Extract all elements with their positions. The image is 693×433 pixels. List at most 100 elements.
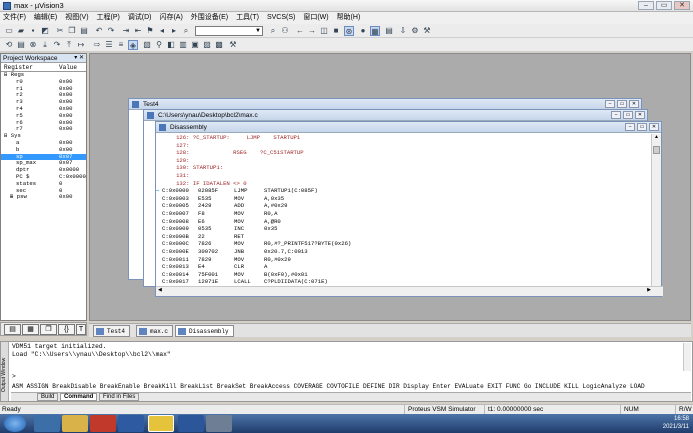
minimize-icon[interactable]: – <box>625 123 635 131</box>
menu-file[interactable]: 文件(F) <box>0 12 29 24</box>
close-icon[interactable]: ✕ <box>635 111 645 119</box>
workspace-controls[interactable]: ▾ ✕ <box>74 54 84 63</box>
horizontal-scrollbar[interactable]: ◀ ▶ <box>156 286 663 296</box>
vertical-scrollbar[interactable]: ▲ <box>651 134 661 286</box>
register-row[interactable]: r4 0x00 <box>1 105 86 113</box>
close-button[interactable]: ✕ <box>674 1 690 10</box>
find-in-files-icon[interactable]: ⌕ <box>181 26 191 36</box>
paint-icon[interactable] <box>206 415 232 432</box>
tab-disassembly[interactable]: Disassembly <box>175 325 234 337</box>
registers-window-icon[interactable]: ▧ <box>142 40 152 50</box>
binoculars-icon[interactable]: ⚇ <box>280 26 290 36</box>
chrome-icon[interactable] <box>90 415 116 432</box>
books-tab-icon[interactable]: ❐ <box>40 324 57 335</box>
register-row[interactable]: r0 0x00 <box>1 78 86 86</box>
register-row[interactable]: ⊟ Sys <box>1 132 86 140</box>
explorer-icon[interactable] <box>62 415 88 432</box>
command-window-icon[interactable]: ☰ <box>104 40 114 50</box>
register-row[interactable]: ⊞ psw 0x00 <box>1 194 86 201</box>
reset-cpu-icon[interactable]: ⟲ <box>4 40 14 50</box>
bookmark-prev-icon[interactable]: ◂ <box>157 26 167 36</box>
step-out-icon[interactable]: ⤒ <box>64 40 74 50</box>
register-row[interactable]: a 0x00 <box>1 139 86 147</box>
menu-edit[interactable]: 编辑(E) <box>31 12 60 24</box>
regs-tab-icon[interactable]: ▦ <box>22 324 39 335</box>
register-value[interactable]: 0x00 <box>59 194 72 201</box>
cut-icon[interactable]: ✂ <box>55 26 65 36</box>
unindent-icon[interactable]: ⇤ <box>133 26 143 36</box>
maximize-icon[interactable]: ▭ <box>623 111 633 119</box>
register-row[interactable]: r6 0x00 <box>1 119 86 127</box>
call-stack-icon[interactable]: ◧ <box>166 40 176 50</box>
tab-build[interactable]: Build <box>37 393 59 401</box>
open-file-icon[interactable]: ▰ <box>16 26 26 36</box>
menu-tools[interactable]: 工具(T) <box>233 12 262 24</box>
close-icon[interactable]: ✕ <box>629 100 639 108</box>
paste-icon[interactable]: ▤ <box>79 26 89 36</box>
register-row[interactable]: r3 0x00 <box>1 98 86 106</box>
find-icon[interactable]: ⌕ <box>268 26 278 36</box>
menu-help[interactable]: 帮助(H) <box>334 12 364 24</box>
menu-window[interactable]: 窗口(W) <box>300 12 331 24</box>
register-row[interactable]: r2 0x00 <box>1 92 86 99</box>
debug-session-icon[interactable]: ⊛ <box>344 26 354 36</box>
indent-icon[interactable]: ⇥ <box>121 26 131 36</box>
register-row[interactable]: PC $ C:0x0000 <box>1 173 86 181</box>
peripheral-icon[interactable]: ⚙ <box>410 26 420 36</box>
menu-project[interactable]: 工程(P) <box>94 12 123 24</box>
scroll-thumb[interactable] <box>653 146 660 154</box>
new-file-icon[interactable]: ▭ <box>4 26 14 36</box>
register-row[interactable]: ⊟ Regs <box>1 71 86 79</box>
tab-test4[interactable]: Test4 <box>93 325 131 337</box>
disassembly-window-icon[interactable]: ▦ <box>370 26 380 36</box>
minimize-icon[interactable]: – <box>611 111 621 119</box>
copy-icon[interactable]: ❐ <box>67 26 77 36</box>
maximize-icon[interactable]: ▭ <box>617 100 627 108</box>
close-icon[interactable]: ✕ <box>649 123 659 131</box>
halt-icon[interactable]: ⊗ <box>28 40 38 50</box>
templates-tab-icon[interactable]: T <box>76 324 86 335</box>
tab-max-c[interactable]: max.c <box>136 325 174 337</box>
menu-view[interactable]: 视图(V) <box>62 12 91 24</box>
command-prompt[interactable]: > <box>12 373 16 381</box>
disasm-toggle-icon[interactable]: ≡ <box>116 40 126 50</box>
chevron-down-icon[interactable]: ▼ <box>255 27 261 36</box>
menu-svcs[interactable]: SVCS(S) <box>264 12 298 24</box>
asm-line[interactable]: C:0x0017 12071E LCALL C?PLDIIDATA(C:071E) <box>156 278 651 286</box>
bookmark-next-icon[interactable]: ▸ <box>169 26 179 36</box>
find-combo[interactable]: ▼ <box>195 26 263 36</box>
run-icon[interactable]: ▤ <box>16 40 26 50</box>
register-row[interactable]: states 0 <box>1 180 86 188</box>
disassembly-window[interactable]: Disassembly – ▭ ✕ 126: ?C_STARTUP: LJMP … <box>155 121 663 297</box>
insert-breakpoint-icon[interactable]: ● <box>358 26 368 36</box>
wrench-icon[interactable]: ⚒ <box>228 40 238 50</box>
ie-icon[interactable] <box>34 415 60 432</box>
step-over-icon[interactable]: ↷ <box>52 40 62 50</box>
word-icon[interactable] <box>178 415 204 432</box>
functions-tab-icon[interactable]: {} <box>58 324 75 335</box>
memory-window-icon[interactable]: ▤ <box>384 26 394 36</box>
tab-find-in-files[interactable]: Find in Files <box>99 393 140 401</box>
keil-icon[interactable] <box>148 415 174 432</box>
run-to-cursor-icon[interactable]: ↦ <box>76 40 86 50</box>
save-icon[interactable]: ▪ <box>28 26 38 36</box>
flash-download-icon[interactable]: ⇩ <box>398 26 408 36</box>
symbols-window-icon[interactable]: ◈ <box>128 40 138 50</box>
save-all-icon[interactable]: ◩ <box>40 26 50 36</box>
scroll-up-icon[interactable]: ▲ <box>653 134 660 142</box>
register-row[interactable]: b 0x00 <box>1 146 86 154</box>
minimize-icon[interactable]: – <box>605 100 615 108</box>
forward-icon[interactable]: → <box>307 26 317 36</box>
minimize-button[interactable]: – <box>638 1 654 10</box>
memory-view-icon[interactable]: ▥ <box>178 40 188 50</box>
options-icon[interactable]: ⚒ <box>422 26 432 36</box>
disassembly-listing[interactable]: 126: ?C_STARTUP: LJMP STARTUP1 127: 128:… <box>156 134 651 286</box>
menu-flash[interactable]: 闪存(A) <box>156 12 185 24</box>
files-tab-icon[interactable]: ▤ <box>4 324 21 335</box>
stop-icon[interactable]: ■ <box>331 26 341 36</box>
maximize-button[interactable]: ▭ <box>656 1 672 10</box>
watch-window-icon[interactable]: ⚲ <box>154 40 164 50</box>
step-into-icon[interactable]: ⤓ <box>40 40 50 50</box>
menu-peripherals[interactable]: 外围设备(E) <box>188 12 231 24</box>
register-value[interactable]: 0x00 <box>59 126 72 133</box>
